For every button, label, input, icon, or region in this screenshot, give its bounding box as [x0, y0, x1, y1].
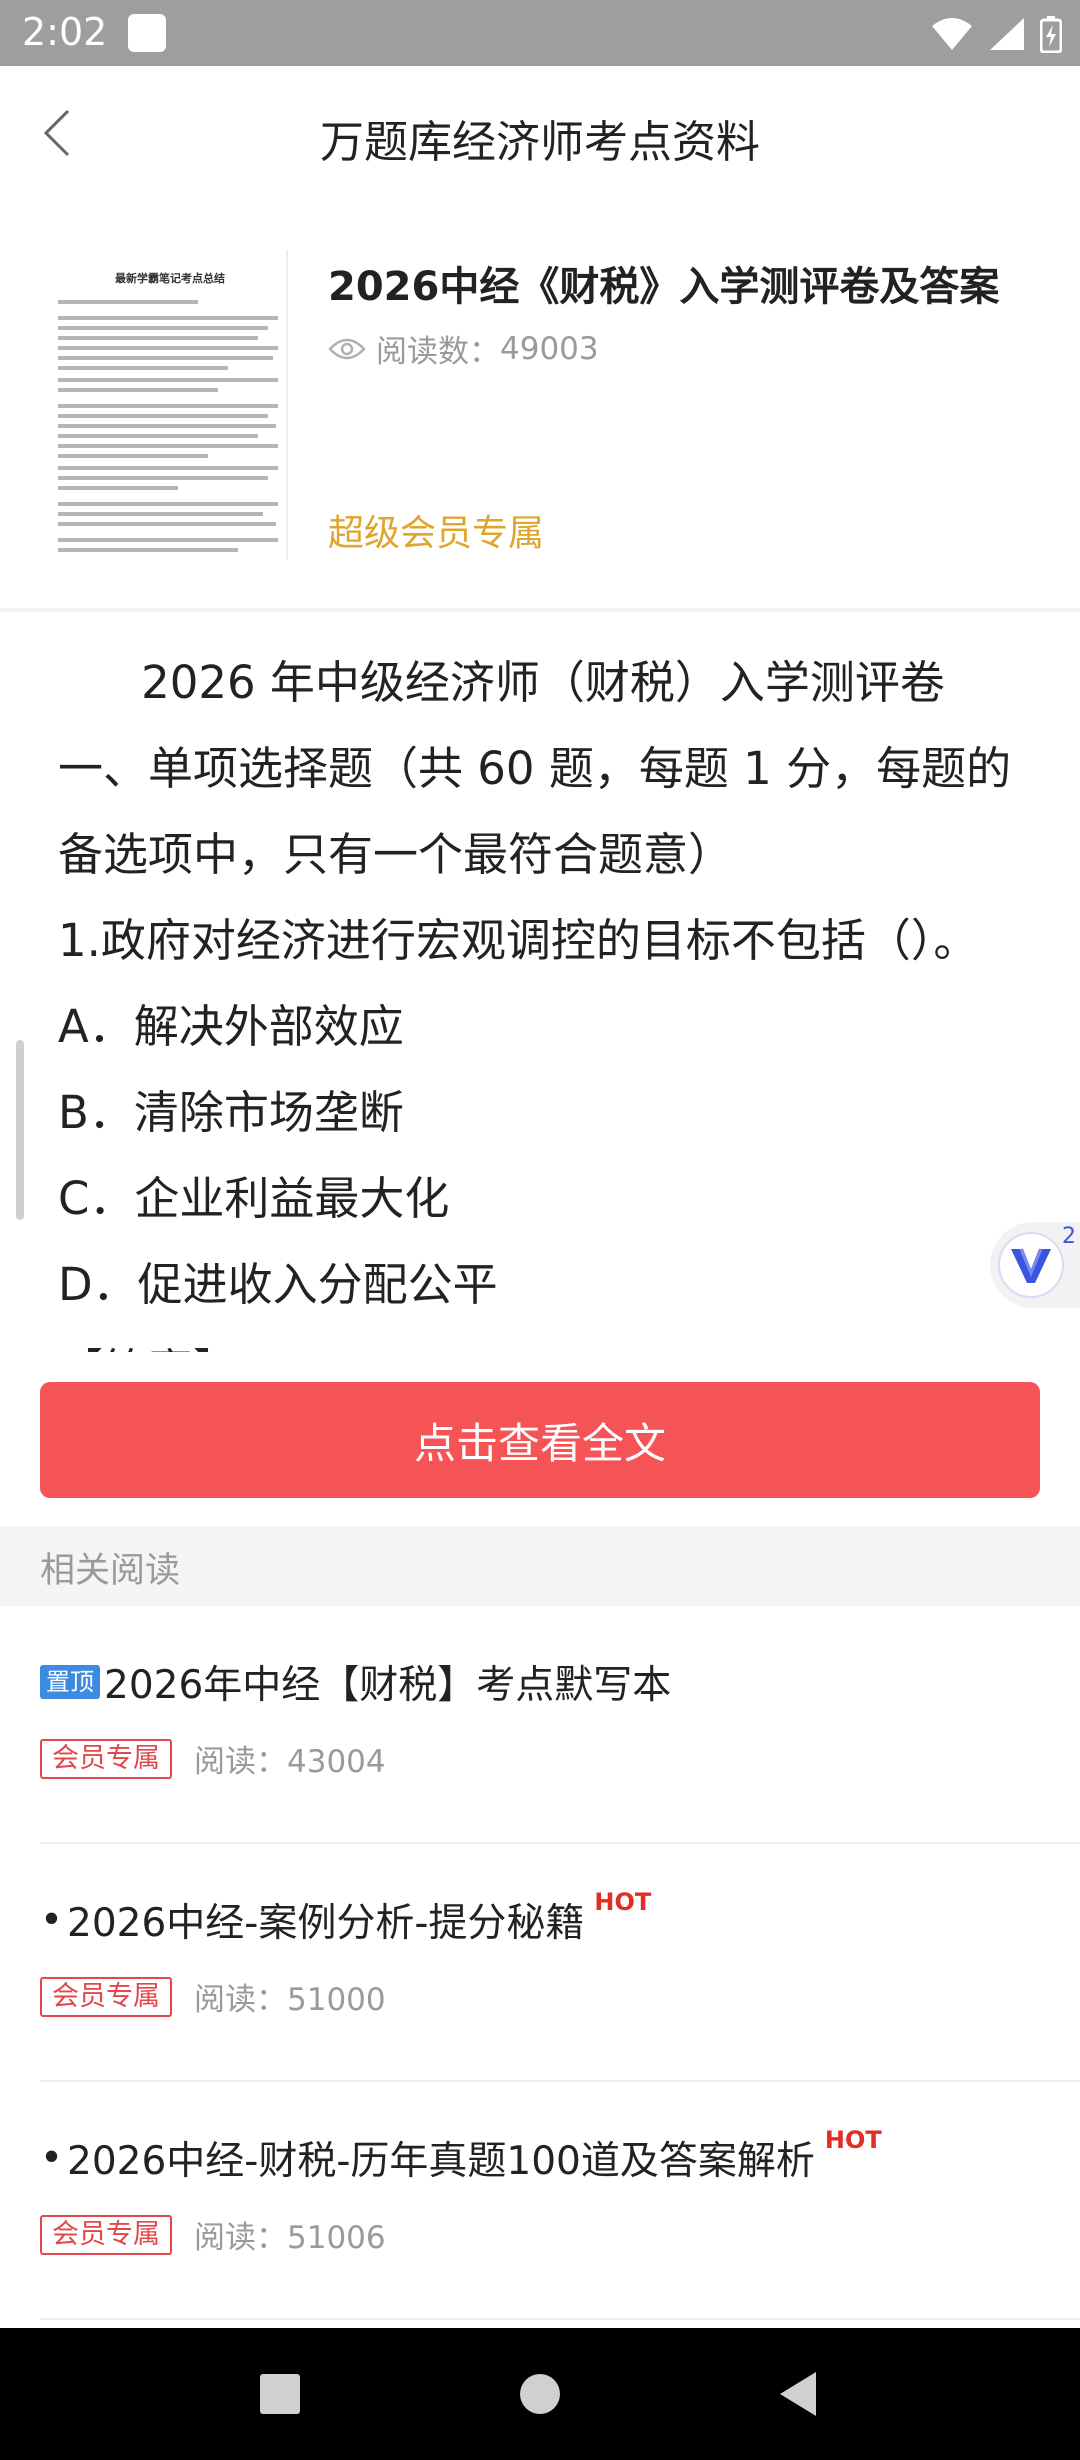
related-item-title: 2026中经-财税-历年真题100道及答案解析: [67, 2139, 815, 2184]
back-triangle-icon[interactable]: [770, 2364, 830, 2424]
related-item-reads: 阅读：51000: [194, 1982, 386, 2018]
thumbnail-heading: 最新学霸笔记考点总结: [115, 271, 225, 285]
scrollbar[interactable]: [16, 1040, 24, 1220]
related-item-title: 2026年中经【财税】考点默写本: [104, 1663, 672, 1708]
preview-heading: 2026 年中级经济师（财税）入学测评卷: [141, 656, 945, 709]
related-item[interactable]: • 2026中经-财税-历年真题100道及答案解析 HOT 会员专属 阅读：51…: [0, 2082, 1080, 2320]
preview-option-a: A．解决外部效应: [58, 1000, 404, 1053]
preview-answer: 【答案】C: [58, 1328, 1028, 1352]
bullet: •: [40, 1897, 64, 1943]
preview-option-c: C．企业利益最大化: [58, 1172, 450, 1225]
card-divider: [286, 250, 288, 560]
related-item-meta: 会员专属 阅读：51006: [40, 2212, 386, 2257]
document-thumbnail[interactable]: 最新学霸笔记考点总结: [52, 260, 288, 560]
related-item-reads: 阅读：51006: [194, 2220, 386, 2256]
home-circle-icon[interactable]: [510, 2364, 570, 2424]
preview-line: 备选项中，只有一个最符合题意）: [58, 828, 734, 881]
document-card[interactable]: 最新学霸笔记考点总结 2026中经《财税》入学测评卷及答案 阅读数： 49003 …: [0, 198, 1080, 610]
member-exclusive-tag: 会员专属: [40, 2214, 172, 2255]
badge-count: 2: [1062, 1224, 1076, 1249]
related-reading-title: 相关阅读: [40, 1551, 181, 1591]
vip-exclusive-label: 超级会员专属: [328, 513, 545, 554]
member-exclusive-tag: 会员专属: [40, 1976, 172, 2017]
status-bar: 2:02: [0, 0, 1080, 66]
app-bar: 万题库经济师考点资料: [0, 66, 1080, 198]
preview-question: 1.政府对经济进行宏观调控的目标不包括（）。: [58, 914, 979, 967]
preview-line: 一、单项选择题（共 60 题，每题 1 分，每题的: [58, 742, 1012, 795]
related-item-title-row: 置顶 2026年中经【财税】考点默写本: [40, 1654, 671, 1710]
bullet: •: [40, 2135, 64, 2181]
related-reading-header: 相关阅读: [0, 1526, 1080, 1606]
item-divider: [40, 2318, 1080, 2320]
related-item[interactable]: 置顶 2026年中经【财税】考点默写本 会员专属 阅读：43004: [0, 1606, 1080, 1844]
eye-icon: [328, 338, 366, 359]
member-exclusive-tag: 会员专属: [40, 1738, 172, 1779]
related-item[interactable]: • 2026中经-案例分析-提分秘籍 HOT 会员专属 阅读：51000: [0, 1844, 1080, 2082]
reads-count: 49003: [500, 330, 599, 367]
document-read-count: 阅读数： 49003: [328, 326, 599, 371]
view-full-text-button[interactable]: 点击查看全文: [40, 1382, 1040, 1498]
hot-tag: HOT: [594, 1888, 652, 1916]
reads-label: 阅读数：: [376, 334, 500, 370]
related-item-reads: 阅读：43004: [194, 1744, 386, 1780]
pinned-tag: 置顶: [40, 1665, 100, 1699]
notification-icon: [128, 14, 166, 52]
preview-option-b: B．清除市场垄断: [58, 1086, 404, 1139]
related-item-meta: 会员专属 阅读：51000: [40, 1974, 386, 2019]
status-icons: [930, 12, 1062, 56]
system-nav-bar: [0, 2328, 1080, 2460]
battery-charging-icon: [1040, 16, 1062, 53]
hot-tag: HOT: [824, 2126, 882, 2154]
recents-square-icon[interactable]: [250, 2364, 310, 2424]
floating-badge[interactable]: 2: [990, 1222, 1080, 1308]
related-item-title-row: • 2026中经-财税-历年真题100道及答案解析 HOT: [40, 2126, 882, 2186]
document-preview: 2026 年中级经济师（财税）入学测评卷 一、单项选择题（共 60 题，每题 1…: [58, 640, 1028, 1352]
page-title: 万题库经济师考点资料: [320, 117, 760, 168]
document-thumbnail-image: 最新学霸笔记考点总结: [58, 271, 278, 552]
signal-icon: [990, 18, 1024, 50]
related-item-title: 2026中经-案例分析-提分秘籍: [67, 1901, 585, 1946]
section-divider: [0, 608, 1080, 612]
related-item-meta: 会员专属 阅读：43004: [40, 1736, 386, 1781]
v-logo-icon: [998, 1232, 1064, 1298]
related-item-title-row: • 2026中经-案例分析-提分秘籍 HOT: [40, 1888, 651, 1948]
preview-option-d: D．促进收入分配公平: [58, 1258, 498, 1311]
status-time: 2:02: [22, 10, 108, 54]
document-title[interactable]: 2026中经《财税》入学测评卷及答案: [328, 254, 999, 312]
wifi-icon: [932, 18, 972, 50]
